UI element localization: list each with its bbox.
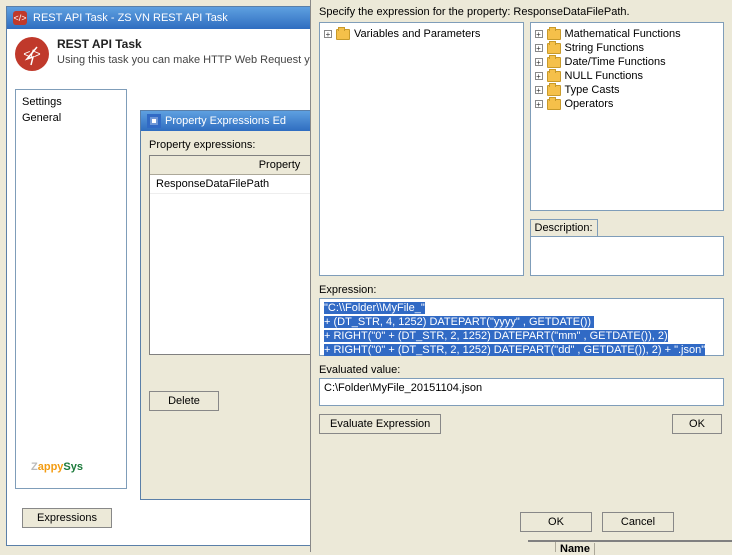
- expression-input[interactable]: "C:\\Folder\\MyFile_" + (DT_STR, 4, 1252…: [319, 298, 724, 356]
- expand-icon[interactable]: +: [535, 44, 543, 52]
- dialog-title: Property Expressions Ed: [165, 115, 286, 127]
- grid-header-name[interactable]: Name: [556, 543, 595, 555]
- expression-text[interactable]: "C:\\Folder\\MyFile_" + (DT_STR, 4, 1252…: [324, 302, 705, 356]
- evaluated-label: Evaluated value:: [311, 356, 732, 378]
- folder-icon: [547, 57, 561, 68]
- folder-icon: [336, 29, 350, 40]
- cancel-button[interactable]: Cancel: [602, 512, 674, 532]
- folder-icon: [547, 71, 561, 82]
- task-logo-icon: </>: [15, 37, 49, 71]
- tree-item-datetime[interactable]: +Date/Time Functions: [535, 55, 720, 69]
- evaluated-value: C:\Folder\MyFile_20151104.json: [324, 382, 482, 394]
- nav-item-settings[interactable]: Settings: [22, 94, 120, 110]
- window-title: REST API Task - ZS VN REST API Task: [33, 12, 228, 24]
- ok-button[interactable]: OK: [672, 414, 722, 434]
- expand-icon[interactable]: +: [324, 30, 332, 38]
- vendor-logo: ZappySys: [31, 457, 83, 475]
- settings-nav-list[interactable]: Settings General: [15, 89, 127, 489]
- tree-item-null[interactable]: +NULL Functions: [535, 69, 720, 83]
- functions-tree[interactable]: +Mathematical Functions +String Function…: [530, 22, 725, 211]
- tree-item-operators[interactable]: +Operators: [535, 97, 720, 111]
- expand-icon[interactable]: +: [535, 100, 543, 108]
- expand-icon[interactable]: +: [535, 86, 543, 94]
- app-icon: </>: [13, 11, 27, 25]
- expand-icon[interactable]: +: [535, 58, 543, 66]
- variables-tree[interactable]: + Variables and Parameters: [319, 22, 524, 276]
- evaluated-value-box: C:\Folder\MyFile_20151104.json: [319, 378, 724, 406]
- expand-icon[interactable]: +: [535, 30, 543, 38]
- bottom-grid-stub: Name: [528, 540, 732, 552]
- description-box: [530, 236, 725, 276]
- expressions-button[interactable]: Expressions: [22, 508, 112, 528]
- ok-button[interactable]: OK: [520, 512, 592, 532]
- expression-label: Expression:: [311, 276, 732, 298]
- grid-corner-cell: [528, 542, 556, 552]
- tree-item-string[interactable]: +String Functions: [535, 41, 720, 55]
- delete-button[interactable]: Delete: [149, 391, 219, 411]
- evaluate-expression-button[interactable]: Evaluate Expression: [319, 414, 441, 434]
- tree-item-variables[interactable]: + Variables and Parameters: [324, 27, 519, 41]
- tree-item-typecasts[interactable]: +Type Casts: [535, 83, 720, 97]
- nav-item-general[interactable]: General: [22, 110, 120, 126]
- expression-builder-dialog: Specify the expression for the property:…: [310, 0, 732, 552]
- expression-prompt: Specify the expression for the property:…: [311, 0, 732, 22]
- folder-icon: [547, 29, 561, 40]
- tree-item-math[interactable]: +Mathematical Functions: [535, 27, 720, 41]
- dialog-icon: [147, 114, 161, 128]
- folder-icon: [547, 43, 561, 54]
- folder-icon: [547, 85, 561, 96]
- expand-icon[interactable]: +: [535, 72, 543, 80]
- folder-icon: [547, 99, 561, 110]
- description-label: Description:: [530, 219, 598, 237]
